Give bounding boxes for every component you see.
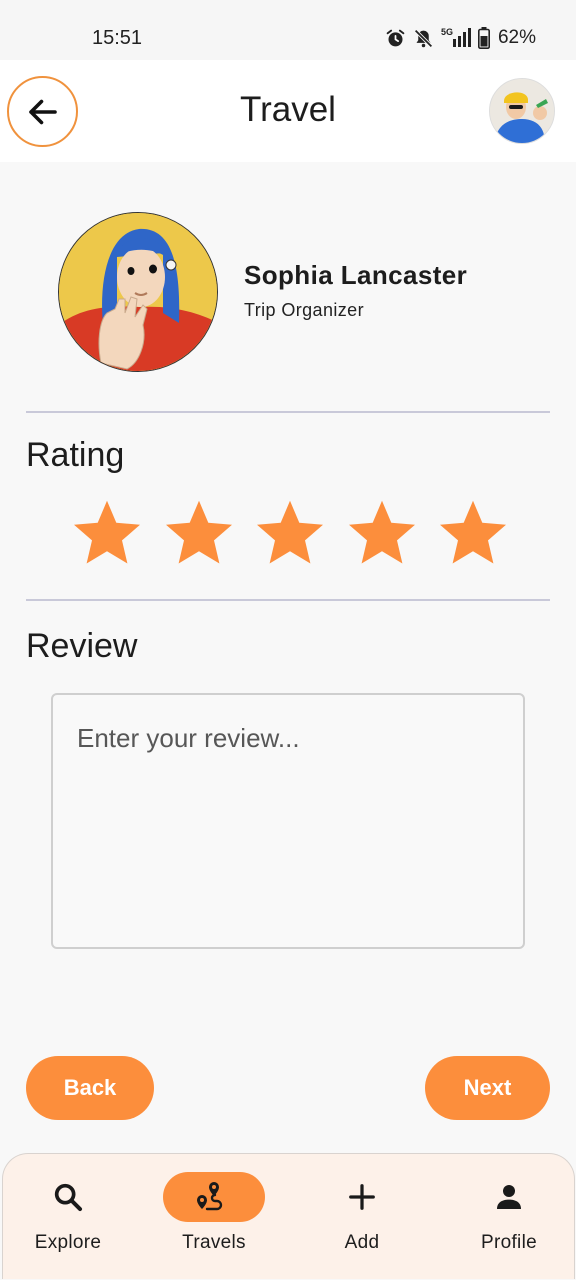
status-icons: 5G 62% [385,26,536,50]
search-icon [54,1183,83,1212]
user-avatar[interactable] [489,78,555,144]
star-icon-2[interactable] [162,496,236,568]
divider [26,599,550,601]
star-icon-1[interactable] [70,496,144,568]
route-icon [197,1182,223,1211]
star-icon-3[interactable] [253,496,327,568]
review-title: Review [26,627,138,665]
nav-label-profile: Profile [481,1232,537,1253]
nav-label-travels: Travels [182,1232,246,1253]
star-icon-4[interactable] [345,496,419,568]
svg-text:5G: 5G [441,27,453,37]
mute-bell-icon [414,28,433,48]
app-bar: Travel [0,60,576,162]
divider [26,411,550,413]
battery-percentage: 62% [497,27,536,48]
nav-item-profile[interactable]: Profile [449,1154,569,1280]
plus-icon [349,1184,375,1210]
organizer-name: Sophia Lancaster [244,260,468,290]
nav-icon-container [163,1172,265,1222]
battery-icon [477,27,490,49]
star-rating [70,496,510,568]
organizer-avatar [58,212,218,372]
signal-icon: 5G [441,27,471,47]
nav-item-travels[interactable]: Travels [154,1154,274,1280]
nav-icon-container [458,1172,560,1222]
status-time: 15:51 [92,27,143,49]
rating-title: Rating [26,436,125,474]
status-bar: 15:51 5G 62% [0,0,576,60]
nav-icon-container [17,1172,119,1222]
review-input[interactable] [51,693,525,949]
user-avatar-illustration [490,79,554,143]
alarm-icon [386,29,405,46]
nav-item-add[interactable]: Add [302,1154,422,1280]
nav-label-add: Add [344,1232,380,1253]
bottom-nav: Explore Travels Add Profile [2,1153,575,1279]
next-button[interactable]: Next [425,1056,550,1120]
organizer-role: Trip Organizer [244,300,364,320]
person-icon [497,1185,521,1209]
nav-icon-container [311,1172,413,1222]
nav-label-explore: Explore [34,1232,102,1253]
back-button[interactable]: Back [26,1056,154,1120]
star-icon-5[interactable] [436,496,510,568]
organizer-avatar-illustration [59,213,217,371]
nav-item-explore[interactable]: Explore [8,1154,128,1280]
